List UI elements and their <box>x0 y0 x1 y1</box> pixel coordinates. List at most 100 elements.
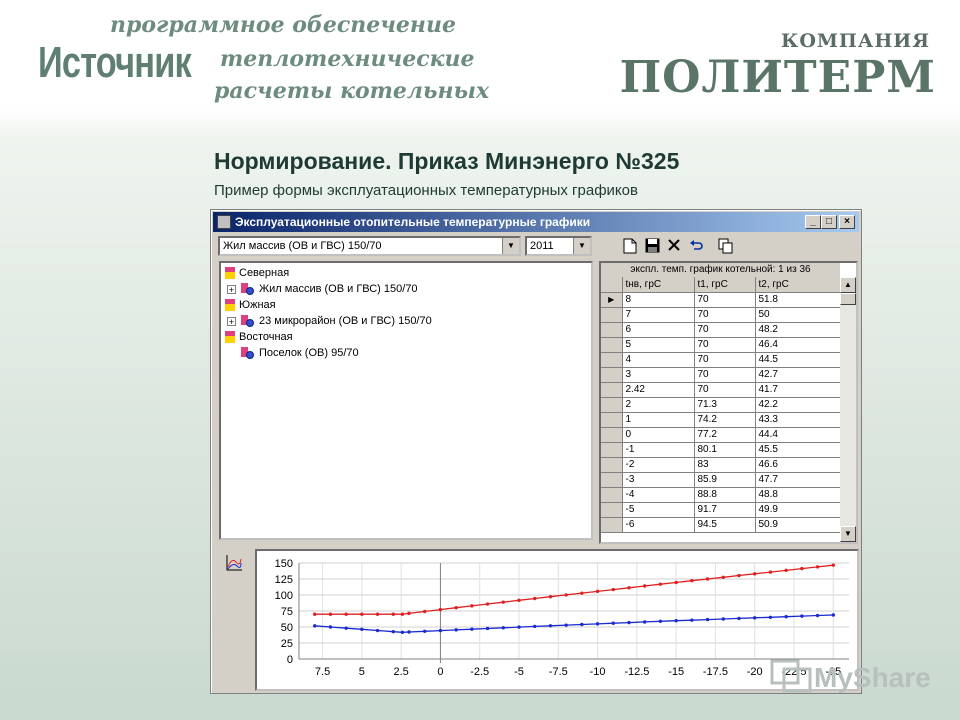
table-cell[interactable]: 50.9 <box>755 517 841 533</box>
table-cell[interactable]: 70 <box>694 292 756 308</box>
tree-item-zhil-massiv[interactable]: Жил массив (ОВ и ГВС) 150/70 <box>241 281 418 297</box>
table-cell[interactable]: -6 <box>622 517 695 533</box>
table-cell[interactable]: 88.8 <box>694 487 756 503</box>
table-row[interactable]: -4 88.8 48.8 <box>601 487 841 503</box>
table-cell[interactable]: -5 <box>622 502 695 518</box>
table-cell[interactable]: 47.7 <box>755 472 841 488</box>
table-cell[interactable]: 4 <box>622 352 695 368</box>
undo-icon[interactable] <box>687 238 705 256</box>
table-cell[interactable]: 0 <box>622 427 695 443</box>
row-indicator[interactable] <box>601 412 623 428</box>
expand-icon[interactable]: + <box>227 285 236 295</box>
row-indicator[interactable] <box>601 427 623 443</box>
table-row[interactable]: -3 85.9 47.7 <box>601 472 841 488</box>
table-cell[interactable]: 5 <box>622 337 695 353</box>
chevron-down-icon[interactable]: ▼ <box>573 238 590 254</box>
table-cell[interactable]: 49.9 <box>755 502 841 518</box>
chevron-down-icon[interactable]: ▼ <box>502 238 519 254</box>
table-cell[interactable]: 48.8 <box>755 487 841 503</box>
row-indicator[interactable] <box>601 322 623 338</box>
current-row-indicator-icon[interactable]: ▶ <box>601 292 623 308</box>
table-cell[interactable]: 1 <box>622 412 695 428</box>
delete-icon[interactable] <box>665 238 683 256</box>
new-icon[interactable] <box>621 238 639 256</box>
chart-icon[interactable] <box>225 554 243 572</box>
table-cell[interactable]: 70 <box>694 337 756 353</box>
table-cell[interactable]: 50 <box>755 307 841 323</box>
window-titlebar[interactable]: Эксплуатационные отопительные температур… <box>213 212 859 232</box>
table-row[interactable]: -5 91.7 49.9 <box>601 502 841 518</box>
table-row[interactable]: 1 74.2 43.3 <box>601 412 841 428</box>
table-cell[interactable]: -1 <box>622 442 695 458</box>
table-cell[interactable]: 70 <box>694 382 756 398</box>
schedule-select[interactable]: Жил массив (ОВ и ГВС) 150/70 ▼ <box>218 236 521 256</box>
table-cell[interactable]: 74.2 <box>694 412 756 428</box>
schedule-grid[interactable]: экспл. темп. график котельной: 1 из 36 t… <box>599 261 858 544</box>
row-indicator[interactable] <box>601 502 623 518</box>
table-row[interactable]: -2 83 46.6 <box>601 457 841 473</box>
scroll-thumb[interactable] <box>840 293 856 305</box>
maximize-button[interactable]: □ <box>821 215 837 229</box>
table-cell[interactable]: 71.3 <box>694 397 756 413</box>
table-cell[interactable]: 51.8 <box>755 292 841 308</box>
copy-icon[interactable] <box>717 238 735 256</box>
tree-item-yuzhnaya[interactable]: Южная <box>225 297 276 313</box>
row-indicator[interactable] <box>601 487 623 503</box>
table-cell[interactable]: -4 <box>622 487 695 503</box>
table-cell[interactable]: 42.2 <box>755 397 841 413</box>
table-cell[interactable]: 94.5 <box>694 517 756 533</box>
tree-item-vostochnaya[interactable]: Восточная <box>225 329 293 345</box>
row-indicator[interactable] <box>601 367 623 383</box>
column-header[interactable]: tнв, грС <box>622 277 695 293</box>
close-button[interactable]: × <box>839 215 855 229</box>
tree-item-poselok[interactable]: Поселок (ОВ) 95/70 <box>241 345 359 361</box>
row-indicator[interactable] <box>601 517 623 533</box>
column-header[interactable]: t1, грС <box>694 277 756 293</box>
table-row[interactable]: 0 77.2 44.4 <box>601 427 841 443</box>
table-row[interactable]: 7 70 50 <box>601 307 841 323</box>
tree-item-severnaya[interactable]: Северная <box>225 265 289 281</box>
table-cell[interactable]: 70 <box>694 367 756 383</box>
table-row[interactable]: 5 70 46.4 <box>601 337 841 353</box>
table-cell[interactable]: 7 <box>622 307 695 323</box>
grid-scrollbar[interactable]: ▲ ▼ <box>840 277 856 542</box>
table-row[interactable]: -1 80.1 45.5 <box>601 442 841 458</box>
table-cell[interactable]: 2.42 <box>622 382 695 398</box>
table-cell[interactable]: 91.7 <box>694 502 756 518</box>
table-cell[interactable]: -3 <box>622 472 695 488</box>
table-row[interactable]: -6 94.5 50.9 <box>601 517 841 533</box>
row-indicator[interactable] <box>601 382 623 398</box>
row-indicator[interactable] <box>601 352 623 368</box>
table-row[interactable]: 6 70 48.2 <box>601 322 841 338</box>
column-header[interactable]: t2, грС <box>755 277 841 293</box>
table-cell[interactable]: 85.9 <box>694 472 756 488</box>
table-cell[interactable]: 44.4 <box>755 427 841 443</box>
table-cell[interactable]: 46.6 <box>755 457 841 473</box>
table-row[interactable]: ▶ 8 70 51.8 <box>601 292 841 308</box>
year-select[interactable]: 2011 ▼ <box>525 236 592 256</box>
table-cell[interactable]: 46.4 <box>755 337 841 353</box>
table-cell[interactable]: 48.2 <box>755 322 841 338</box>
table-cell[interactable]: -2 <box>622 457 695 473</box>
table-cell[interactable]: 6 <box>622 322 695 338</box>
table-cell[interactable]: 70 <box>694 322 756 338</box>
row-indicator[interactable] <box>601 442 623 458</box>
row-indicator[interactable] <box>601 307 623 323</box>
table-cell[interactable]: 70 <box>694 352 756 368</box>
table-cell[interactable]: 42.7 <box>755 367 841 383</box>
row-indicator[interactable] <box>601 472 623 488</box>
table-row[interactable]: 2.42 70 41.7 <box>601 382 841 398</box>
table-row[interactable]: 4 70 44.5 <box>601 352 841 368</box>
row-indicator[interactable] <box>601 337 623 353</box>
table-cell[interactable]: 2 <box>622 397 695 413</box>
scroll-down-icon[interactable]: ▼ <box>840 526 856 542</box>
row-indicator[interactable] <box>601 457 623 473</box>
table-cell[interactable]: 3 <box>622 367 695 383</box>
scroll-up-icon[interactable]: ▲ <box>840 277 856 293</box>
expand-icon[interactable]: + <box>227 317 236 327</box>
boiler-tree[interactable]: Северная + Жил массив (ОВ и ГВС) 150/70 … <box>219 261 593 540</box>
table-cell[interactable]: 41.7 <box>755 382 841 398</box>
table-row[interactable]: 2 71.3 42.2 <box>601 397 841 413</box>
minimize-button[interactable]: _ <box>805 215 821 229</box>
tree-item-23-mikrorayon[interactable]: 23 микрорайон (ОВ и ГВС) 150/70 <box>241 313 432 329</box>
